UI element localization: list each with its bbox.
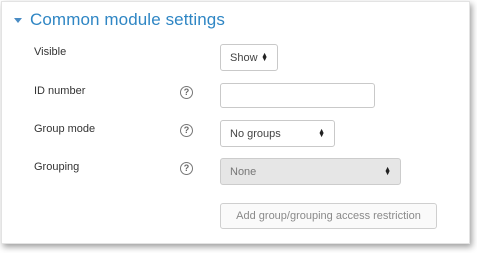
settings-panel: Common module settings Visible Show ▲ ▼ I… (1, 1, 470, 244)
visible-select[interactable]: Show ▲ ▼ (220, 44, 278, 71)
grouping-label: Grouping (34, 161, 80, 173)
select-arrows-icon: ▲ ▼ (384, 165, 391, 177)
group-mode-select-value: No groups (230, 127, 281, 140)
collapse-caret-icon[interactable] (14, 18, 22, 23)
grouping-select-value: None (230, 165, 257, 178)
select-arrows-icon: ▲ ▼ (261, 51, 268, 63)
help-icon[interactable]: ? (180, 162, 193, 175)
id-number-label: ID number (34, 85, 86, 97)
id-number-input[interactable] (220, 83, 375, 108)
help-icon[interactable]: ? (180, 86, 193, 99)
group-mode-label: Group mode (34, 123, 96, 135)
section-title: Common module settings (30, 10, 225, 29)
help-icon[interactable]: ? (180, 124, 193, 137)
section-header[interactable]: Common module settings (14, 10, 225, 30)
visible-select-value: Show (230, 51, 258, 64)
select-arrows-icon: ▲ ▼ (318, 127, 325, 139)
visible-label: Visible (34, 46, 67, 58)
add-restriction-button[interactable]: Add group/grouping access restriction (220, 203, 437, 229)
grouping-select: None ▲ ▼ (220, 158, 401, 185)
group-mode-select[interactable]: No groups ▲ ▼ (220, 120, 335, 147)
